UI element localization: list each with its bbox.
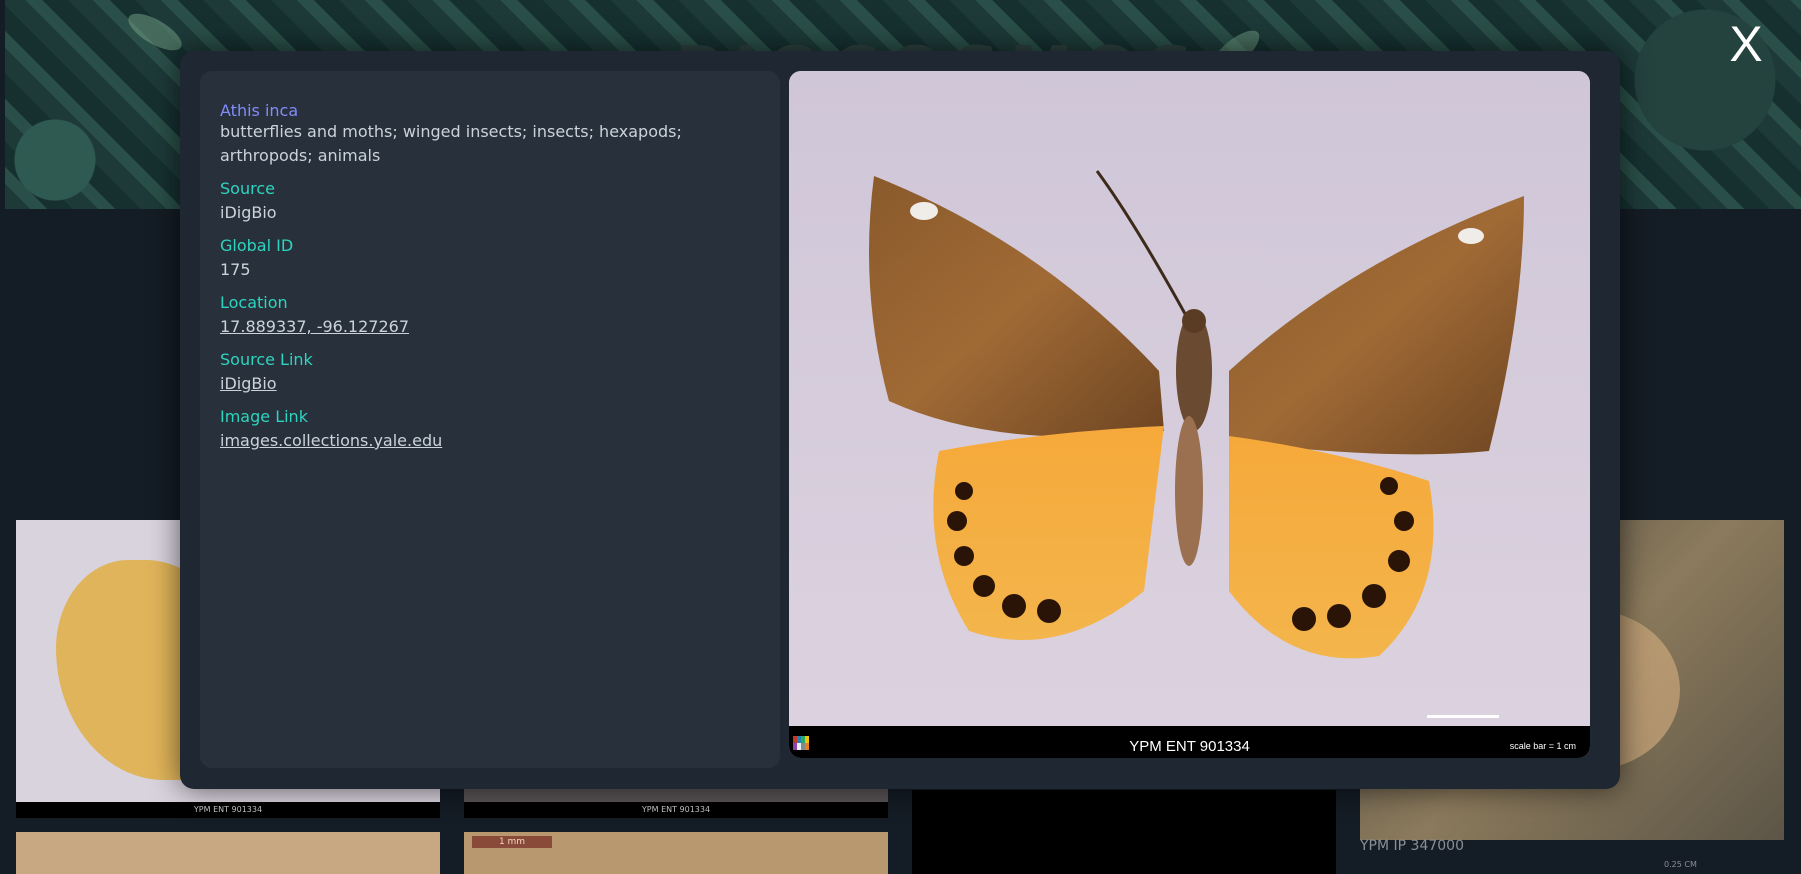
scale-label: 1 mm: [472, 836, 552, 848]
location-label: Location: [220, 293, 288, 312]
specimen-name: Athis inca: [220, 101, 299, 120]
specimen-taxonomy: butterflies and moths; winged insects; i…: [220, 122, 682, 165]
specimen-image[interactable]: YPM ENT 901334 scale bar = 1 cm: [789, 71, 1590, 758]
source-label: Source: [220, 179, 275, 198]
global-id-label: Global ID: [220, 236, 294, 255]
grid-card-caption: YPM ENT 901334: [464, 802, 888, 818]
grid-card-scale: 0.25 CM: [1664, 860, 1697, 869]
image-link-label: Image Link: [220, 407, 308, 426]
photo-caption-bar: YPM ENT 901334 scale bar = 1 cm: [789, 726, 1590, 758]
source-field: Source iDigBio: [220, 177, 760, 225]
image-link-field: Image Link images.collections.yale.edu: [220, 405, 760, 453]
global-id-value: 175: [220, 260, 251, 279]
specimen-modal: Athis inca butterflies and moths; winged…: [180, 51, 1620, 789]
scale-text: scale bar = 1 cm: [1509, 741, 1576, 751]
source-link-label: Source Link: [220, 350, 313, 369]
catalog-code: YPM ENT 901334: [1129, 738, 1250, 755]
source-value: iDigBio: [220, 203, 277, 222]
butterfly-photo: [789, 71, 1590, 726]
specimen-info-panel: Athis inca butterflies and moths; winged…: [200, 71, 780, 768]
grid-card[interactable]: 1 mm: [464, 832, 888, 874]
scale-bar: [1427, 715, 1499, 718]
grid-card-label: YPM IP 347000: [1360, 838, 1464, 854]
butterfly-illustration: [869, 170, 1524, 659]
location-field: Location 17.889337, -96.127267: [220, 291, 760, 339]
source-link-field: Source Link iDigBio: [220, 348, 760, 396]
image-link[interactable]: images.collections.yale.edu: [220, 431, 442, 450]
location-link[interactable]: 17.889337, -96.127267: [220, 317, 409, 336]
page: BIOCOSMOS YPM ENT 901334 YPM ENT 901334 …: [0, 0, 1801, 874]
close-button[interactable]: X: [1716, 14, 1776, 74]
source-link[interactable]: iDigBio: [220, 374, 277, 393]
global-id-field: Global ID 175: [220, 234, 760, 282]
grid-card-caption: YPM ENT 901334: [16, 802, 440, 818]
grid-card[interactable]: [16, 832, 440, 874]
grid-card[interactable]: [912, 790, 1336, 874]
